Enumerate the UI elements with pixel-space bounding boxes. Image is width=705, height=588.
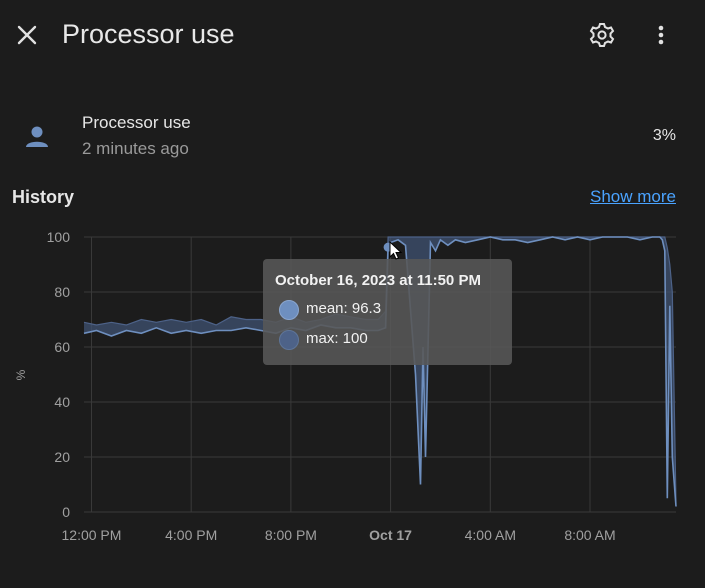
x-tick-label: 8:00 AM: [564, 527, 615, 543]
history-heading: History: [12, 187, 75, 207]
y-tick-label: 60: [54, 339, 70, 355]
account-icon: [22, 122, 52, 152]
mouse-pointer-icon: [389, 240, 403, 261]
gear-icon: [589, 23, 615, 47]
entity-name: Processor use: [82, 113, 191, 132]
dialog-title: Processor use: [62, 19, 235, 49]
y-tick-label: 100: [47, 229, 71, 245]
y-axis-label: %: [14, 369, 28, 380]
tooltip-mean-swatch: [279, 300, 299, 320]
x-tick-label: 4:00 PM: [165, 527, 217, 543]
x-tick-label: 8:00 PM: [265, 527, 317, 543]
y-tick-label: 20: [54, 449, 70, 465]
tooltip-max: max: 100: [306, 330, 368, 347]
tooltip-max-swatch: [279, 330, 299, 350]
close-icon: [17, 25, 37, 45]
more-vertical-icon: [658, 25, 664, 45]
y-tick-label: 40: [54, 394, 70, 410]
settings-button[interactable]: [585, 18, 619, 52]
x-tick-label: 12:00 PM: [62, 527, 122, 543]
show-more-link[interactable]: Show more: [590, 187, 676, 207]
x-tick-label: 4:00 AM: [465, 527, 516, 543]
close-button[interactable]: [10, 18, 44, 52]
more-options-button[interactable]: [646, 18, 676, 52]
entity-last-changed: 2 minutes ago: [82, 139, 189, 158]
y-tick-label: 0: [62, 504, 70, 520]
tooltip-mean: mean: 96.3: [306, 300, 382, 317]
tooltip-title: October 16, 2023 at 11:50 PM: [275, 272, 481, 289]
y-tick-label: 80: [54, 284, 70, 300]
x-tick-label: Oct 17: [369, 527, 412, 543]
entity-state-value: 3%: [652, 127, 676, 144]
chart-tooltip: October 16, 2023 at 11:50 PM mean: 96.3 …: [263, 259, 512, 365]
